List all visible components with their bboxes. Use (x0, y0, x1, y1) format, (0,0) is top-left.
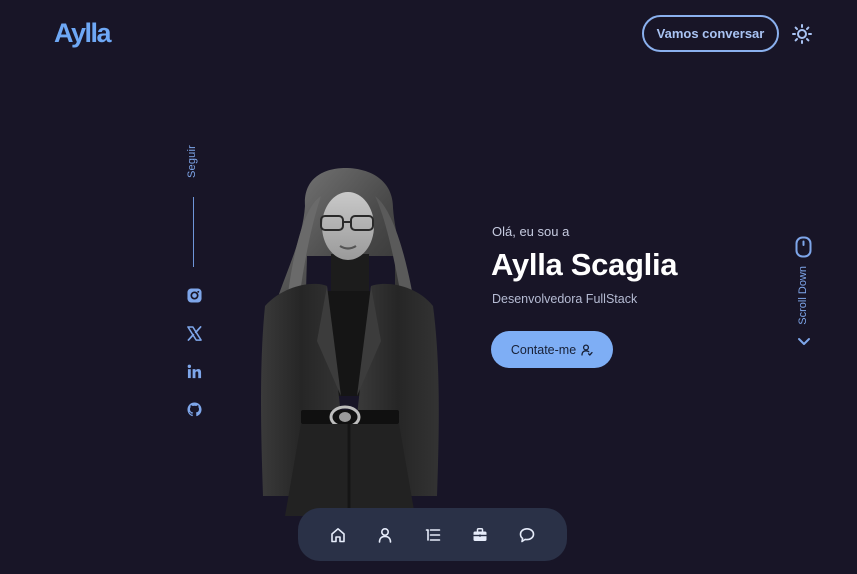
hero-name: Aylla Scaglia (491, 247, 678, 282)
nav-contact[interactable] (517, 525, 537, 545)
instagram-icon (187, 288, 202, 303)
github-icon (187, 402, 202, 417)
bottom-nav (298, 508, 567, 561)
logo[interactable]: Aylla (54, 18, 112, 49)
x-link[interactable] (186, 325, 203, 342)
hero-role: Desenvolvedora FullStack (492, 292, 638, 306)
linkedin-icon (187, 364, 202, 379)
chevron-down-icon[interactable] (797, 336, 811, 348)
contact-me-button[interactable]: Contate-me (491, 331, 613, 368)
theme-toggle-button[interactable] (791, 23, 813, 45)
follow-divider (193, 197, 194, 267)
nav-portfolio[interactable] (470, 525, 490, 545)
instagram-link[interactable] (186, 287, 203, 304)
user-icon (377, 527, 393, 543)
nav-home[interactable] (328, 525, 348, 545)
list-icon (425, 527, 441, 543)
profile-photo (245, 166, 455, 516)
follow-label: Seguir (186, 145, 198, 178)
nav-skills[interactable] (423, 525, 443, 545)
briefcase-icon (472, 527, 488, 543)
mouse-icon[interactable] (795, 236, 812, 258)
hero-greeting: Olá, eu sou a (492, 224, 570, 239)
home-page: Aylla Vamos conversar Seguir Olá, eu sou… (0, 0, 857, 574)
contact-me-label: Contate-me (510, 342, 577, 357)
home-icon (330, 527, 346, 543)
linkedin-link[interactable] (186, 363, 203, 380)
scroll-down-label[interactable]: Scroll Down (797, 266, 809, 325)
sun-icon (792, 24, 812, 44)
nav-about[interactable] (375, 525, 395, 545)
message-icon (519, 527, 535, 543)
user-icon (581, 343, 593, 356)
lets-talk-button[interactable]: Vamos conversar (642, 15, 779, 52)
github-link[interactable] (186, 401, 203, 418)
x-icon (187, 326, 202, 341)
